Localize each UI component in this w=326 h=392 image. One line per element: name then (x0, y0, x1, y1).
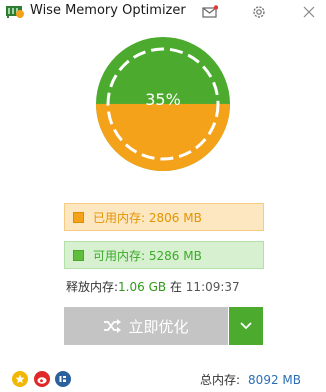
release-time: 11:09:37 (185, 280, 240, 294)
available-memory-label: 可用内存: 5286 MB (93, 248, 202, 263)
weibo-icon[interactable] (34, 371, 50, 387)
available-memory-swatch (73, 249, 84, 261)
gauge-used-fill (96, 103, 230, 171)
close-icon[interactable] (298, 2, 320, 22)
app-title: Wise Memory Optimizer (30, 3, 186, 18)
used-memory-label: 已用内存: 2806 MB (93, 210, 202, 225)
available-memory-box: 可用内存: 5286 MB (64, 241, 264, 269)
used-memory-box: 已用内存: 2806 MB (64, 203, 264, 231)
total-memory: 总内存: 8092 MB (200, 371, 301, 388)
optimize-now-button[interactable]: 立即优化 (64, 307, 228, 345)
app-logo-icon (5, 2, 25, 20)
title-bar: Wise Memory Optimizer (0, 0, 326, 24)
used-memory-swatch (73, 211, 84, 223)
release-value: 1.06 GB (118, 280, 167, 294)
optimize-options-dropdown[interactable] (229, 307, 263, 345)
release-info: 释放内存:1.06 GB 在 11:09:37 (66, 278, 240, 295)
optimize-button-label: 立即优化 (128, 317, 189, 336)
mail-icon[interactable] (199, 2, 221, 22)
release-at: 在 (169, 280, 182, 294)
release-label: 释放内存: (66, 280, 119, 294)
gear-icon[interactable] (248, 2, 270, 22)
star-icon[interactable] (12, 371, 28, 387)
total-memory-value: 8092 MB (248, 373, 301, 387)
shuffle-icon (104, 319, 122, 333)
brand-icon[interactable] (55, 371, 71, 387)
chevron-down-icon (240, 322, 252, 330)
total-memory-label: 总内存: (200, 373, 241, 387)
gauge-percent-label: 35% (145, 90, 181, 109)
